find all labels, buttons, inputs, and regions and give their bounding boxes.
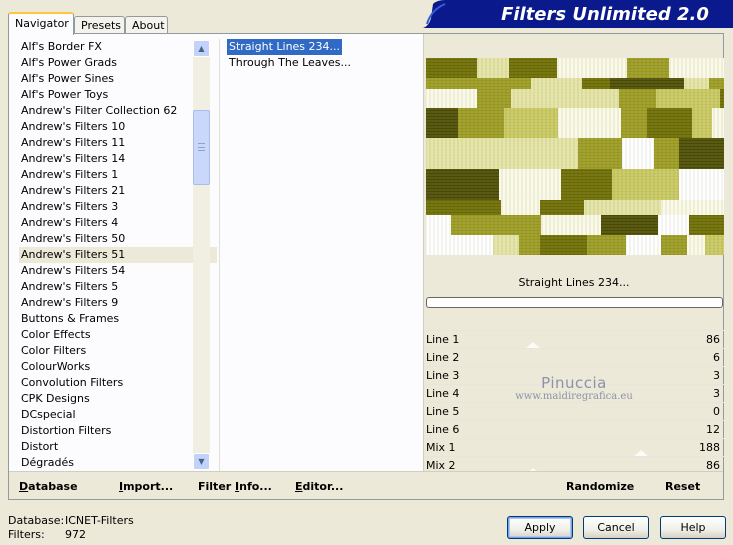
preview-effect-name: Straight Lines 234...: [518, 276, 630, 289]
param-slider[interactable]: Line 3 3: [424, 366, 724, 384]
param-name: Line 1: [426, 333, 460, 346]
effects-list[interactable]: Straight Lines 234... Through The Leaves.…: [219, 38, 415, 471]
filter-list-item[interactable]: Andrew's Filter Collection 62: [19, 103, 217, 119]
filter-list-item[interactable]: CPK Designs: [19, 391, 217, 407]
filter-list-item[interactable]: Alf's Power Grads: [19, 55, 217, 71]
param-value: 6: [713, 351, 720, 364]
cancel-button[interactable]: Cancel: [583, 516, 649, 539]
param-slider[interactable]: Line 6 12: [424, 420, 724, 438]
filter-list-item[interactable]: Andrew's Filters 54: [19, 263, 217, 279]
filter-list-item[interactable]: Dégradés: [19, 455, 217, 471]
filter-list-item[interactable]: Andrew's Filters 11: [19, 135, 217, 151]
effect-list-item[interactable]: Through The Leaves...: [227, 55, 353, 71]
filter-category-list[interactable]: Alf's Border FX Alf's Power Grads Alf's Po…: [19, 39, 217, 471]
filter-info-button[interactable]: Filter Info...: [198, 480, 272, 493]
panel-toolbar: Database Import... Filter Info... Editor…: [9, 471, 723, 499]
filter-list-item[interactable]: Andrew's Filters 4: [19, 215, 217, 231]
filter-list-item[interactable]: Andrew's Filters 10: [19, 119, 217, 135]
filter-list-item[interactable]: Andrew's Filters 3: [19, 199, 217, 215]
editor-button[interactable]: Editor...: [295, 480, 343, 493]
filter-list-item[interactable]: Buttons & Frames: [19, 311, 217, 327]
filter-list-item[interactable]: Andrew's Filters 14: [19, 151, 217, 167]
scroll-down-button[interactable]: ▼: [193, 453, 210, 470]
param-name: Line 6: [426, 423, 460, 436]
filters-count-label: Filters:: [8, 528, 45, 541]
filter-list-item[interactable]: Andrew's Filters 1: [19, 167, 217, 183]
param-value: 0: [713, 405, 720, 418]
database-button[interactable]: Database: [19, 480, 78, 493]
param-name: Line 4: [426, 387, 460, 400]
navigator-panel: Alf's Border FX Alf's Power Grads Alf's Po…: [8, 33, 724, 500]
effect-row: Through The Leaves...: [220, 55, 415, 71]
param-name: Mix 1: [426, 441, 456, 454]
param-name: Line 5: [426, 405, 460, 418]
filter-list-item[interactable]: Alf's Border FX: [19, 39, 217, 55]
filter-list-item[interactable]: Convolution Filters: [19, 375, 217, 391]
param-slider[interactable]: Line 4 3: [424, 384, 724, 402]
title-banner: Filters Unlimited 2.0: [423, 0, 733, 28]
database-label: Database:: [8, 514, 65, 527]
filter-list-item[interactable]: Alf's Power Toys: [19, 87, 217, 103]
scroll-thumb[interactable]: [193, 110, 210, 185]
tab-navigator[interactable]: Navigator: [8, 12, 74, 35]
scroll-up-button[interactable]: ▲: [193, 40, 210, 57]
filter-list-item[interactable]: Andrew's Filters 21: [19, 183, 217, 199]
filter-list-item[interactable]: Andrew's Filters 50: [19, 231, 217, 247]
parameter-sliders: Line 1 86 Line 2 6 Line 3 3 Line 4 3 Line 5 0 Line…: [424, 330, 724, 475]
filter-list-item[interactable]: Color Filters: [19, 343, 217, 359]
param-slider[interactable]: Line 2 6: [424, 348, 724, 366]
param-value: 12: [706, 423, 720, 436]
filter-list-item[interactable]: Andrew's Filters 5: [19, 279, 217, 295]
status-area: Database: ICNET-Filters Filters: 972: [8, 514, 134, 542]
effect-row: Straight Lines 234...: [220, 38, 415, 56]
preview-pane: Straight Lines 234... Line 1 86 Line 2 6 Lin…: [423, 34, 724, 475]
param-name: Line 2: [426, 351, 460, 364]
apply-button[interactable]: Apply: [507, 516, 573, 539]
param-value: 86: [706, 333, 720, 346]
database-value: ICNET-Filters: [65, 514, 134, 527]
filter-list-item[interactable]: DCspecial: [19, 407, 217, 423]
param-value: 188: [699, 441, 720, 454]
randomize-button[interactable]: Randomize: [566, 480, 634, 493]
progress-bar: [426, 297, 723, 308]
param-slider[interactable]: Line 1 86: [424, 330, 724, 349]
filter-list-item[interactable]: Color Effects: [19, 327, 217, 343]
filter-list-scrollbar[interactable]: ▲ ▼: [193, 40, 210, 470]
filter-list-item[interactable]: Distort: [19, 439, 217, 455]
app-title: Filters Unlimited 2.0: [501, 4, 709, 25]
filters-count-value: 972: [65, 528, 86, 541]
param-name: Line 3: [426, 369, 460, 382]
help-button[interactable]: Help: [660, 516, 726, 539]
filter-list-item[interactable]: Alf's Power Sines: [19, 71, 217, 87]
param-slider[interactable]: Mix 1 188: [424, 438, 724, 457]
import-button[interactable]: Import...: [119, 480, 173, 493]
reset-button[interactable]: Reset: [665, 480, 700, 493]
filter-list-item[interactable]: ColourWorks: [19, 359, 217, 375]
preview-image: [426, 58, 724, 255]
param-value: 3: [713, 369, 720, 382]
param-slider[interactable]: Line 5 0: [424, 402, 724, 420]
param-value: 3: [713, 387, 720, 400]
filter-list-item[interactable]: Andrew's Filters 51: [19, 247, 217, 263]
grip-icon: [198, 143, 205, 151]
filter-list-item[interactable]: Andrew's Filters 9: [19, 295, 217, 311]
filter-list-item[interactable]: Distortion Filters: [19, 423, 217, 439]
effect-list-item[interactable]: Straight Lines 234...: [225, 38, 344, 56]
